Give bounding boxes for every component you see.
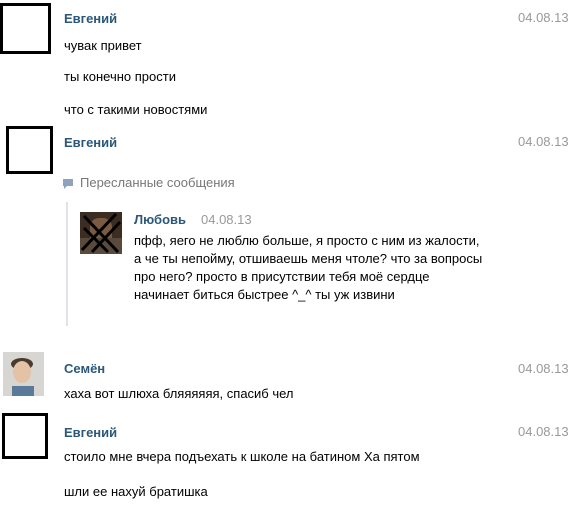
sender-name[interactable]: Семён	[64, 361, 105, 376]
forwarded-date: 04.08.13	[201, 212, 252, 227]
forwarded-sender-name[interactable]: Любовь	[134, 212, 186, 227]
forwarded-avatar[interactable]	[80, 212, 122, 254]
sender-avatar[interactable]	[2, 413, 48, 459]
sender-avatar[interactable]	[3, 352, 44, 396]
message-text: чувак привет	[64, 38, 142, 53]
message-text: стоило мне вчера подъехать к школе на ба…	[64, 449, 420, 464]
message-date: 04.08.13	[518, 361, 569, 376]
message-date: 04.08.13	[518, 134, 569, 149]
message-text: ты конечно прости	[64, 69, 176, 84]
message-text: шли ее нахуй братишка	[64, 484, 208, 499]
message-date: 04.08.13	[518, 424, 569, 439]
message-text: хаха вот шлюха бляяяяяя, спасиб чел	[64, 386, 294, 401]
sender-name[interactable]: Евгений	[64, 425, 117, 440]
sender-avatar[interactable]	[0, 3, 51, 54]
message-date: 04.08.13	[518, 10, 569, 25]
forward-quote-bar	[66, 202, 68, 326]
forwarded-text: пфф, яего не люблю больше, я просто с ни…	[134, 233, 483, 302]
forwarded-header[interactable]: Пересланные сообщения	[80, 175, 235, 190]
message-text: что с такими новостями	[64, 102, 208, 117]
forward-icon	[63, 179, 73, 189]
sender-avatar[interactable]	[6, 126, 53, 174]
sender-name[interactable]: Евгений	[64, 135, 117, 150]
sender-name[interactable]: Евгений	[64, 11, 117, 26]
